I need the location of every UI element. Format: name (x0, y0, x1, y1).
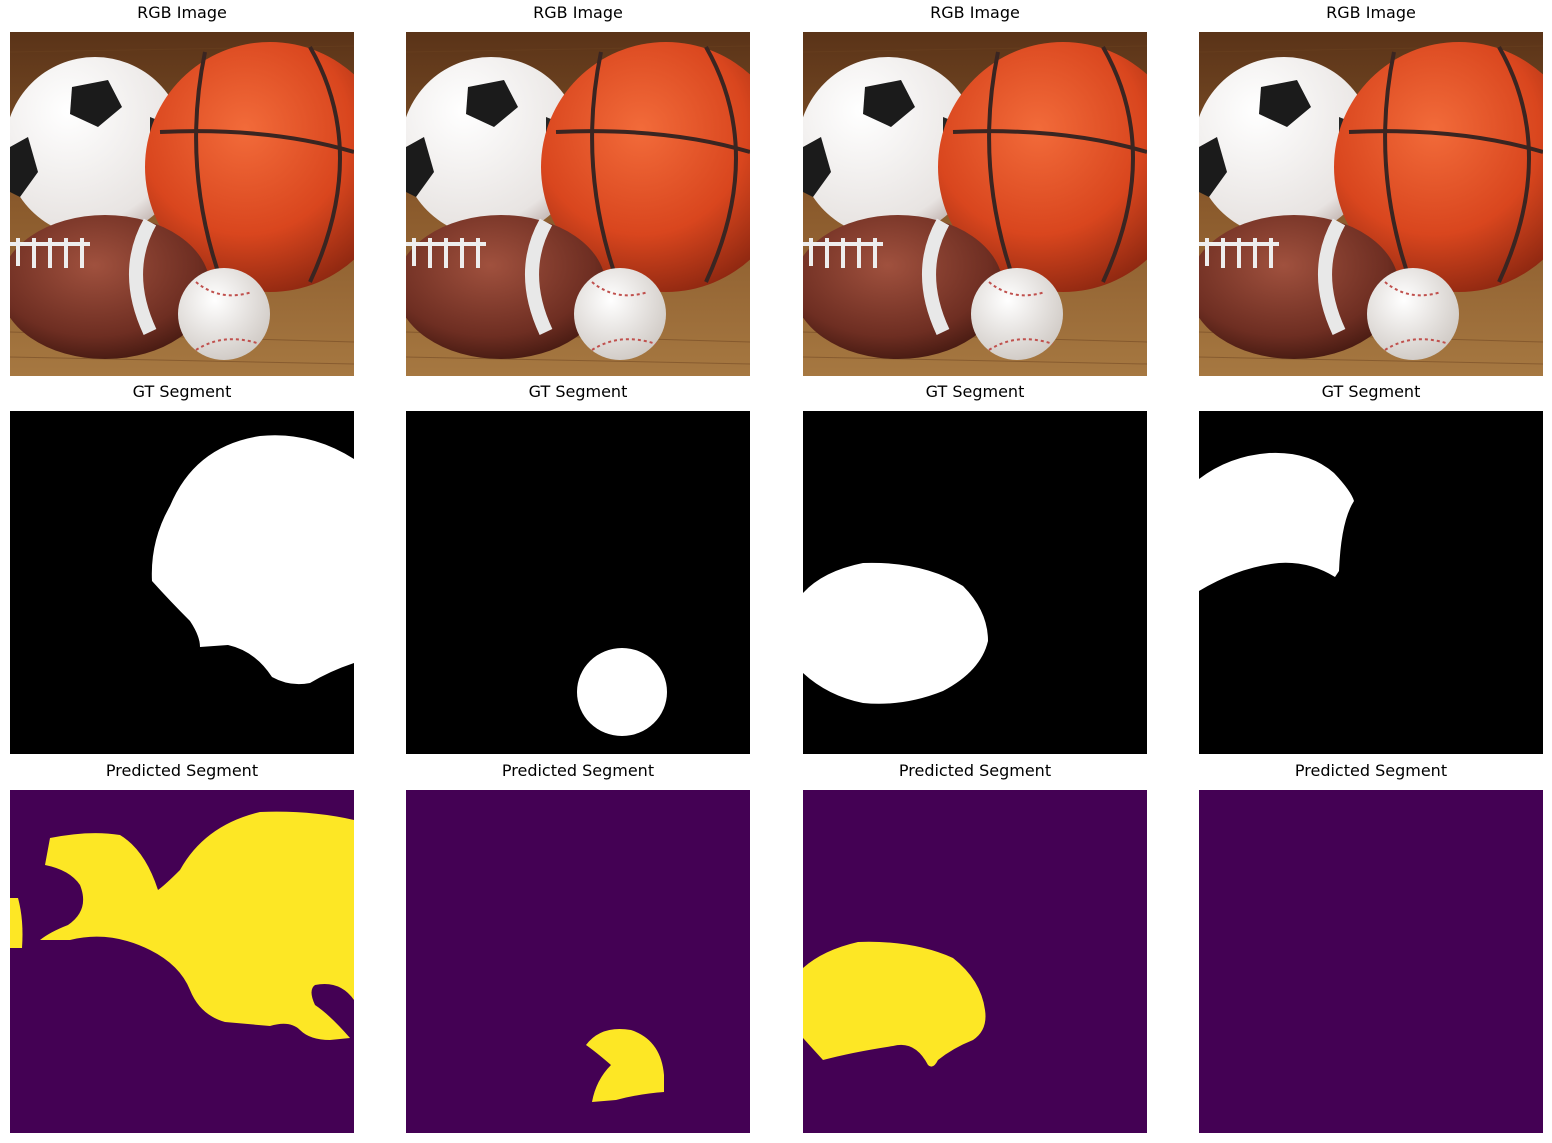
panel-title: GT Segment (925, 382, 1025, 401)
rgb-image (406, 32, 750, 376)
panel-title: Predicted Segment (898, 761, 1052, 780)
pred-mask (803, 790, 1147, 1133)
gt-mask (406, 411, 750, 754)
panel-title: Predicted Segment (105, 761, 259, 780)
panel-title: GT Segment (132, 382, 232, 401)
gt-mask (803, 411, 1147, 754)
panel-title: RGB Image (930, 3, 1020, 22)
rgb-image (1199, 32, 1543, 376)
gt-mask (1199, 411, 1543, 754)
pred-mask (1199, 790, 1543, 1133)
panel-title: Predicted Segment (1294, 761, 1448, 780)
panel-title: GT Segment (528, 382, 628, 401)
panel-title: Predicted Segment (501, 761, 655, 780)
rgb-image (803, 32, 1147, 376)
pred-mask (10, 790, 354, 1133)
gt-mask (10, 411, 354, 754)
pred-mask (406, 790, 750, 1133)
panel-title: RGB Image (533, 3, 623, 22)
panel-title: RGB Image (1326, 3, 1416, 22)
rgb-image (10, 32, 354, 376)
panel-title: RGB Image (137, 3, 227, 22)
panel-title: GT Segment (1321, 382, 1421, 401)
